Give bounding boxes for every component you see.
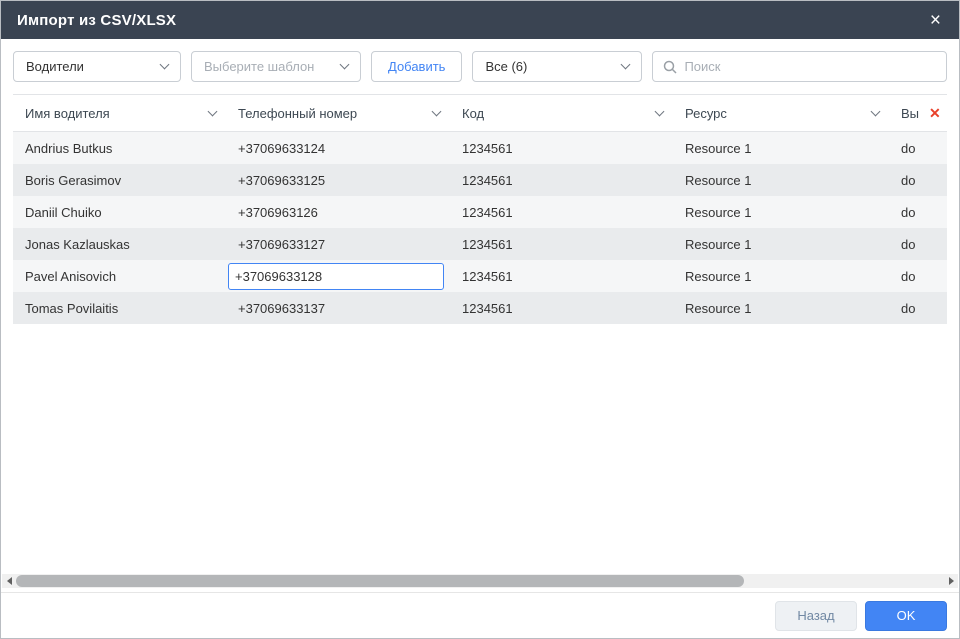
table-body: Andrius Butkus +37069633124 1234561 Reso… bbox=[13, 132, 947, 574]
import-table: Имя водителя Телефонный номер Код Ресурс… bbox=[13, 94, 947, 574]
table-row[interactable]: Andrius Butkus +37069633124 1234561 Reso… bbox=[13, 132, 947, 164]
column-label: Ресурс bbox=[685, 106, 727, 121]
column-label: Телефонный номер bbox=[238, 106, 357, 121]
driver-code: 1234561 bbox=[462, 301, 513, 316]
search-box bbox=[652, 51, 947, 82]
column-label: Вы bbox=[901, 106, 919, 121]
chevron-down-icon bbox=[208, 106, 218, 116]
table-row[interactable]: Daniil Chuiko +3706963126 1234561 Resour… bbox=[13, 196, 947, 228]
template-select[interactable]: Выберите шаблон bbox=[191, 51, 361, 82]
dialog-footer: Назад OK bbox=[1, 592, 959, 638]
phone-number: +3706963126 bbox=[238, 205, 318, 220]
table-row[interactable]: Boris Gerasimov +37069633125 1234561 Res… bbox=[13, 164, 947, 196]
extra-value: do bbox=[901, 173, 915, 188]
table-header: Имя водителя Телефонный номер Код Ресурс… bbox=[13, 94, 947, 132]
driver-name: Pavel Anisovich bbox=[25, 269, 116, 284]
import-type-value: Водители bbox=[26, 59, 84, 74]
driver-name: Tomas Povilaitis bbox=[25, 301, 118, 316]
driver-code: 1234561 bbox=[462, 141, 513, 156]
back-button[interactable]: Назад bbox=[775, 601, 857, 631]
phone-number: +37069633125 bbox=[238, 173, 325, 188]
table-row[interactable]: Pavel Anisovich 1234561 Resource 1 do bbox=[13, 260, 947, 292]
resource-name: Resource 1 bbox=[685, 205, 751, 220]
column-header-phone[interactable]: Телефонный номер bbox=[226, 95, 450, 131]
driver-code: 1234561 bbox=[462, 237, 513, 252]
phone-number: +37069633127 bbox=[238, 237, 325, 252]
extra-value: do bbox=[901, 269, 915, 284]
extra-value: do bbox=[901, 141, 915, 156]
add-button[interactable]: Добавить bbox=[371, 51, 462, 82]
close-icon[interactable]: × bbox=[926, 9, 945, 32]
resource-name: Resource 1 bbox=[685, 173, 751, 188]
dialog-title: Импорт из CSV/XLSX bbox=[17, 12, 176, 29]
driver-name: Andrius Butkus bbox=[25, 141, 112, 156]
chevron-down-icon bbox=[655, 106, 665, 116]
filter-value: Все (6) bbox=[485, 59, 527, 74]
extra-value: do bbox=[901, 237, 915, 252]
delete-column-icon[interactable]: ✕ bbox=[929, 106, 941, 120]
table-row[interactable]: Tomas Povilaitis +37069633137 1234561 Re… bbox=[13, 292, 947, 324]
search-icon bbox=[663, 60, 677, 74]
driver-code: 1234561 bbox=[462, 269, 513, 284]
column-header-resource[interactable]: Ресурс bbox=[673, 95, 889, 131]
scroll-left-icon[interactable] bbox=[2, 574, 16, 588]
dialog-titlebar: Импорт из CSV/XLSX × bbox=[1, 1, 959, 39]
table-row[interactable]: Jonas Kazlauskas +37069633127 1234561 Re… bbox=[13, 228, 947, 260]
resource-name: Resource 1 bbox=[685, 237, 751, 252]
chevron-down-icon bbox=[432, 106, 442, 116]
toolbar: Водители Выберите шаблон Добавить Все (6… bbox=[1, 39, 959, 94]
chevron-down-icon bbox=[621, 60, 631, 70]
driver-code: 1234561 bbox=[462, 205, 513, 220]
phone-number: +37069633137 bbox=[238, 301, 325, 316]
scrollbar-track[interactable] bbox=[16, 574, 944, 588]
resource-name: Resource 1 bbox=[685, 301, 751, 316]
column-header-name[interactable]: Имя водителя bbox=[13, 95, 226, 131]
phone-number: +37069633124 bbox=[238, 141, 325, 156]
resource-name: Resource 1 bbox=[685, 141, 751, 156]
phone-edit-input[interactable] bbox=[228, 263, 444, 290]
driver-name: Daniil Chuiko bbox=[25, 205, 102, 220]
chevron-down-icon bbox=[871, 106, 881, 116]
column-header-extra[interactable]: Вы ✕ bbox=[889, 95, 947, 131]
chevron-down-icon bbox=[340, 60, 350, 70]
import-dialog: Импорт из CSV/XLSX × Водители Выберите ш… bbox=[0, 0, 960, 639]
search-input[interactable] bbox=[684, 59, 936, 74]
driver-name: Boris Gerasimov bbox=[25, 173, 121, 188]
resource-name: Resource 1 bbox=[685, 269, 751, 284]
extra-value: do bbox=[901, 205, 915, 220]
column-header-code[interactable]: Код bbox=[450, 95, 673, 131]
scrollbar-thumb[interactable] bbox=[16, 575, 744, 587]
import-type-select[interactable]: Водители bbox=[13, 51, 181, 82]
column-label: Имя водителя bbox=[25, 106, 110, 121]
filter-select[interactable]: Все (6) bbox=[472, 51, 642, 82]
column-label: Код bbox=[462, 106, 484, 121]
ok-button[interactable]: OK bbox=[865, 601, 947, 631]
extra-value: do bbox=[901, 301, 915, 316]
driver-name: Jonas Kazlauskas bbox=[25, 237, 130, 252]
chevron-down-icon bbox=[160, 60, 170, 70]
scroll-right-icon[interactable] bbox=[944, 574, 958, 588]
driver-code: 1234561 bbox=[462, 173, 513, 188]
template-placeholder: Выберите шаблон bbox=[204, 59, 314, 74]
horizontal-scrollbar[interactable] bbox=[2, 574, 958, 588]
